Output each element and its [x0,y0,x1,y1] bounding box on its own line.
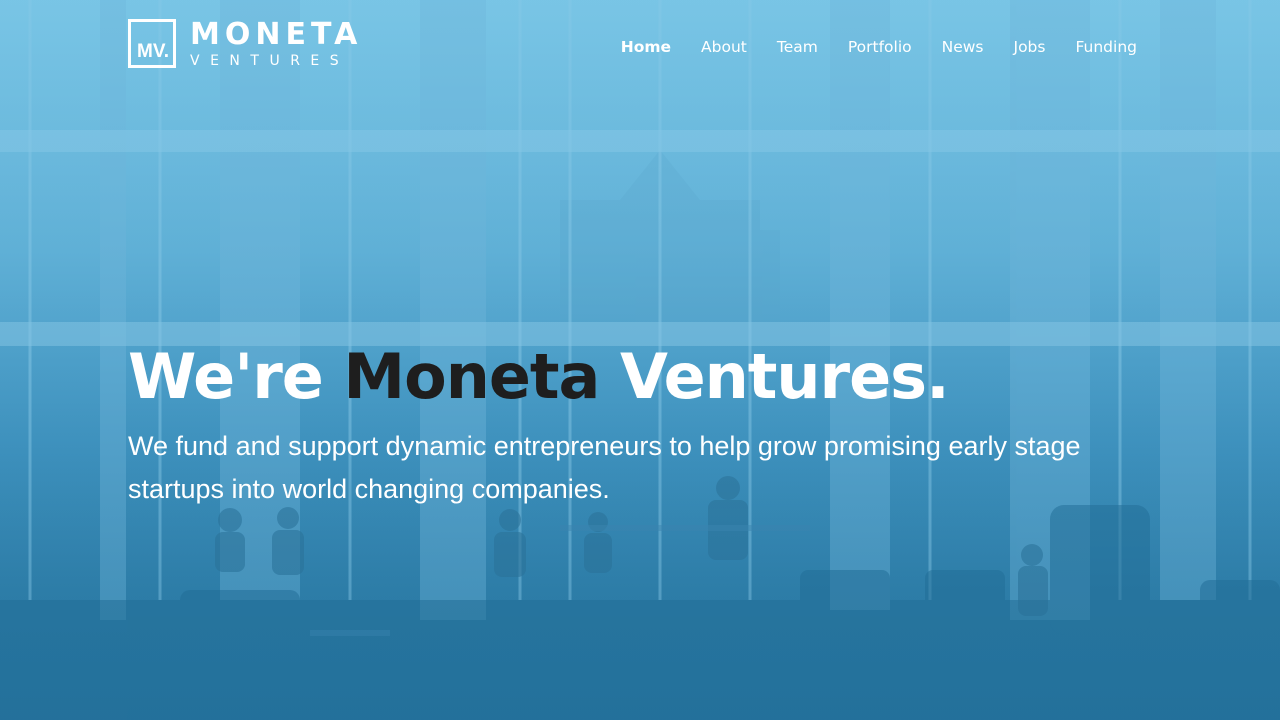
nav-funding[interactable]: Funding [1075,38,1137,56]
hero-section: MV. MONETA VENTURES Home About Team Port… [0,0,1280,720]
logo-name: MONETA [190,16,363,52]
logo-box: MV. [128,19,176,68]
logo-link[interactable]: MV. MONETA VENTURES [128,19,362,68]
hero-headline: We're Moneta Ventures. [128,340,950,414]
nav-portfolio[interactable]: Portfolio [848,38,912,56]
logo-wordmark: MONETA VENTURES [190,16,363,69]
nav-news[interactable]: News [942,38,984,56]
logo-mark: MV. [137,41,170,62]
nav-home[interactable]: Home [621,38,671,56]
hero-subheadline: We fund and support dynamic entrepreneur… [128,431,1081,504]
headline-outro: Ventures. [599,340,950,413]
headline-brand: Moneta [343,340,600,413]
nav-about[interactable]: About [701,38,747,56]
main-nav: Home About Team Portfolio News Jobs Fund… [621,38,1137,56]
logo-subtitle: VENTURES [190,52,350,69]
headline-intro: We're [128,340,344,413]
nav-jobs[interactable]: Jobs [1014,38,1046,56]
nav-team[interactable]: Team [777,38,818,56]
